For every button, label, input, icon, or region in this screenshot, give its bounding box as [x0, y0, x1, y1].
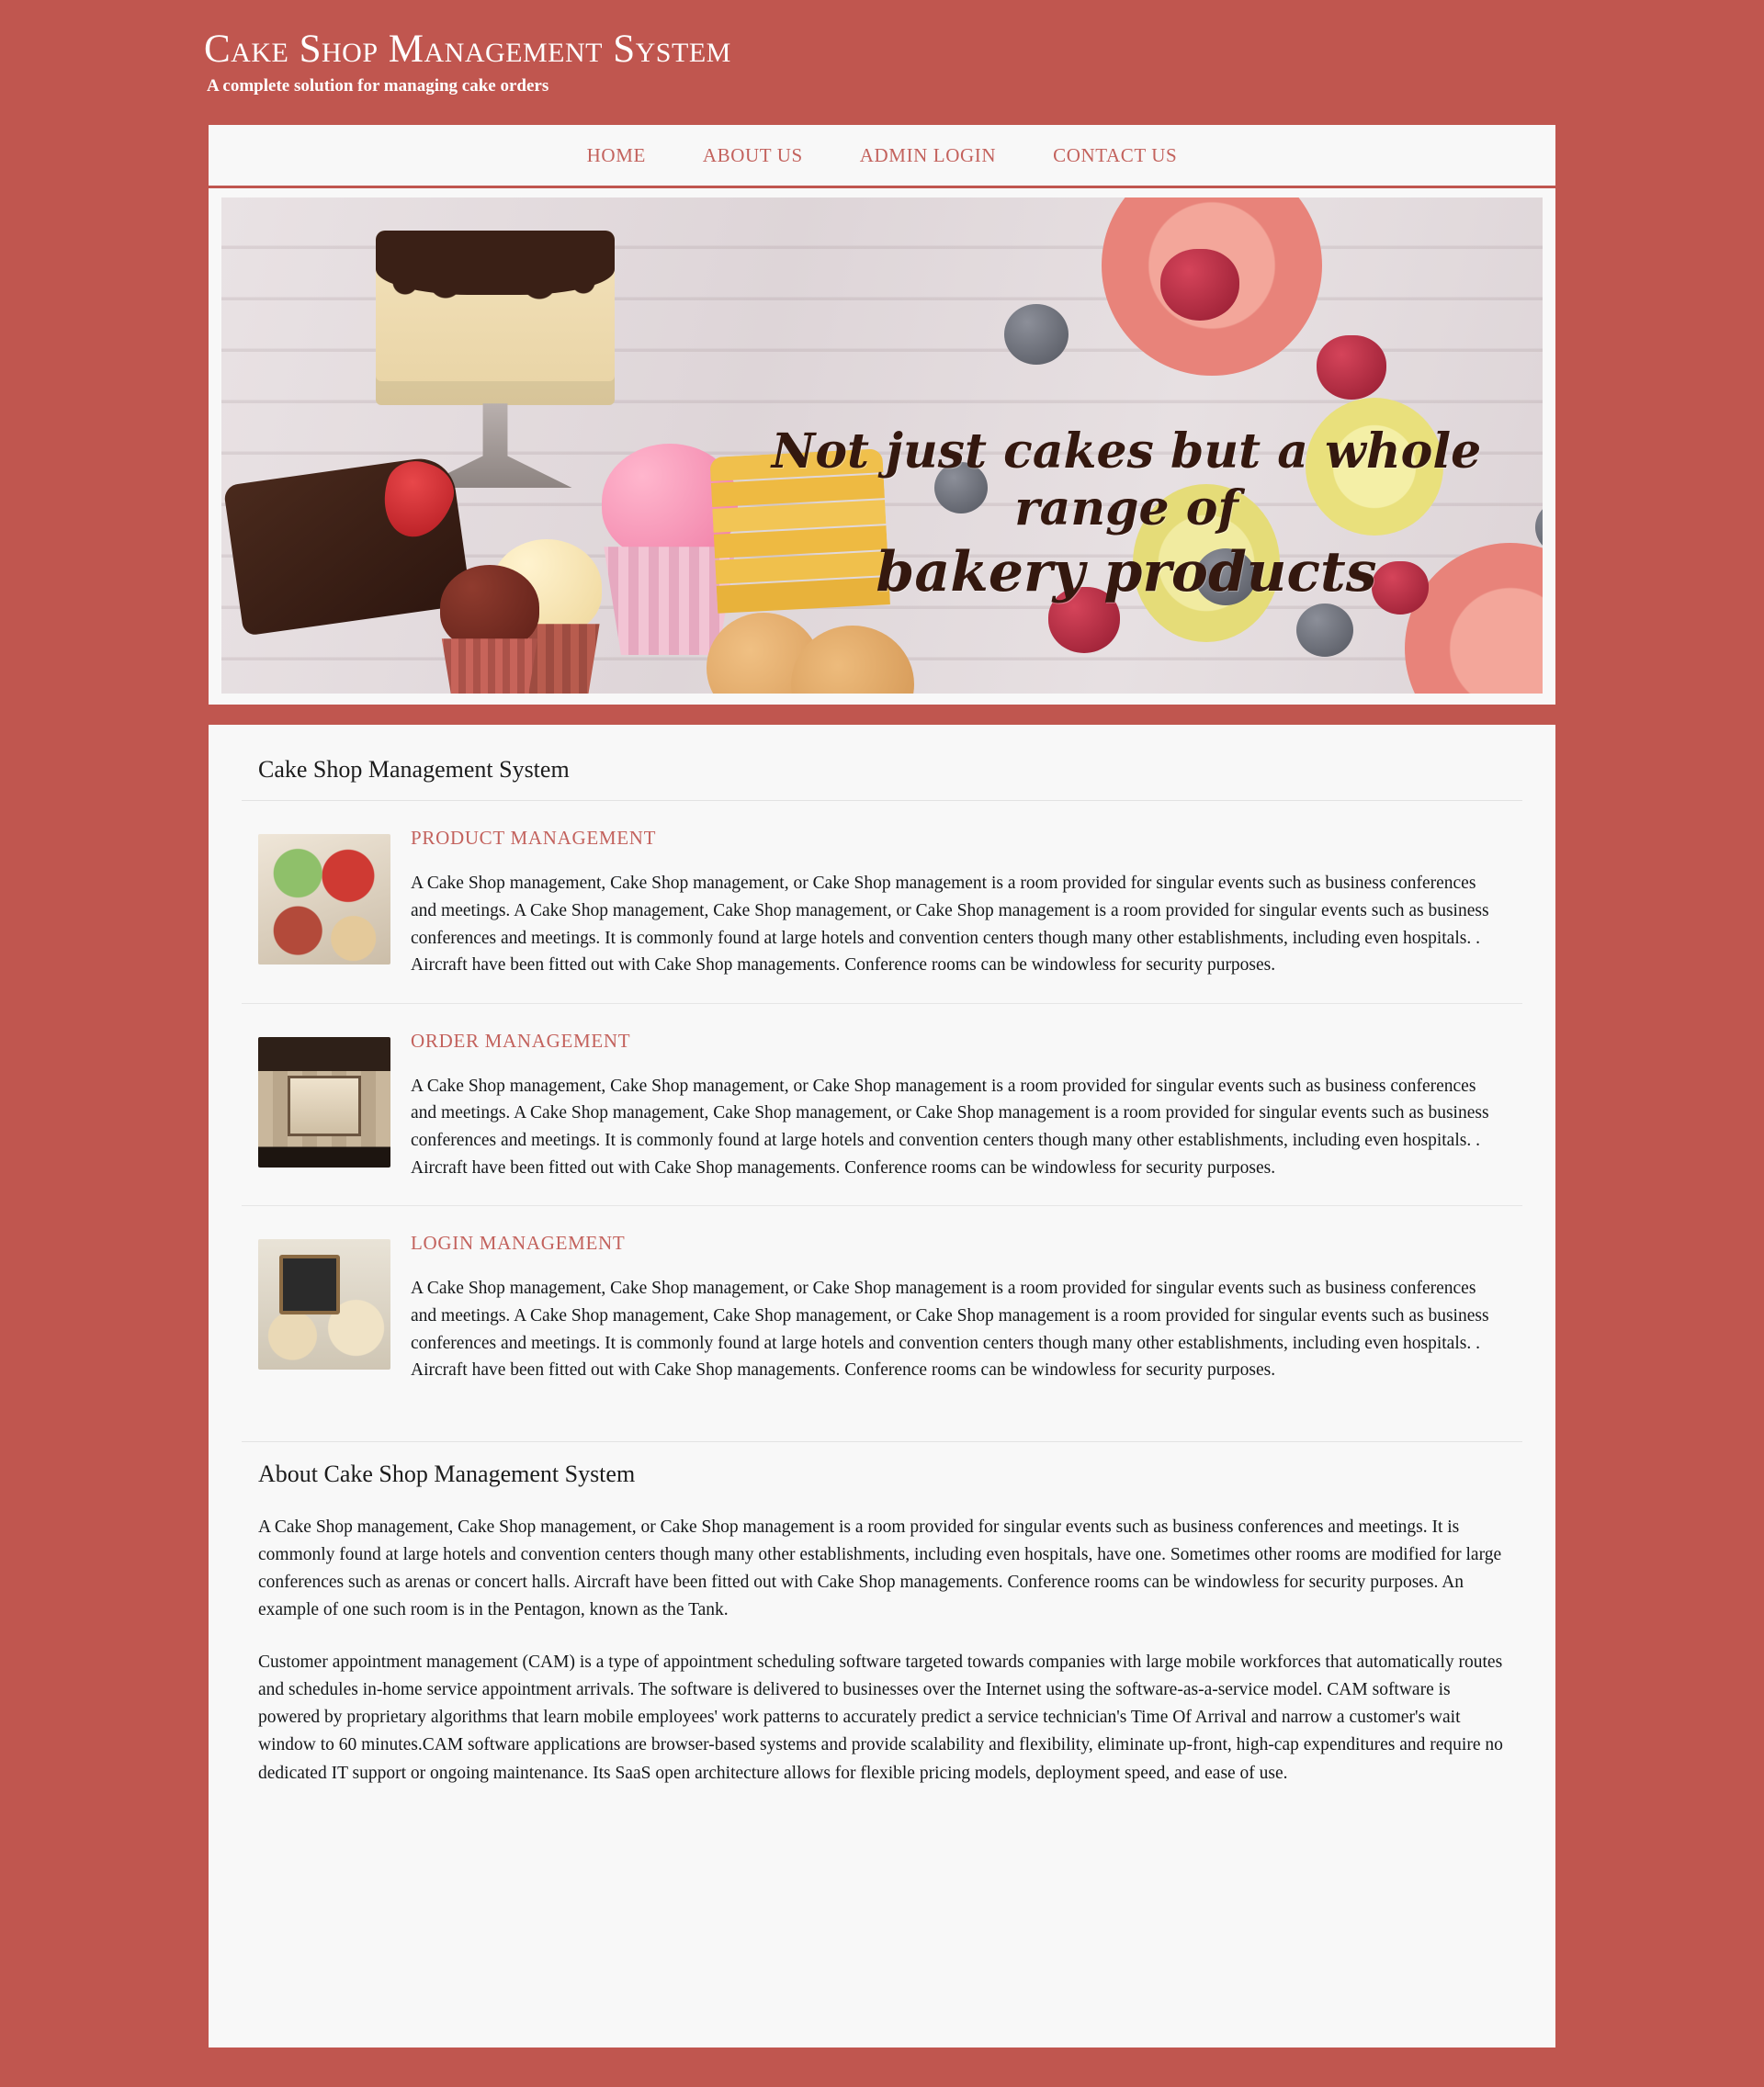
banner-tagline-line-1: Not just cakes but a whole range of [771, 423, 1482, 536]
nav-item-about-us[interactable]: ABOUT US [703, 144, 803, 167]
raspberry-icon [1160, 249, 1239, 322]
about-paragraph-2: Customer appointment management (CAM) is… [258, 1652, 1503, 1783]
product-management-thumbnail [258, 834, 390, 965]
feature-heading-product-management: PRODUCT MANAGEMENT [411, 827, 657, 850]
feature-heading-order-management: ORDER MANAGEMENT [411, 1029, 631, 1052]
banner-tagline-line-2: bakery products [876, 540, 1377, 605]
nav-item-home[interactable]: HOME [587, 144, 646, 167]
feature-product-management: PRODUCT MANAGEMENT A Cake Shop managemen… [242, 801, 1522, 1004]
blueberry-icon [1004, 304, 1069, 366]
card-bottom-spacer [242, 1788, 1522, 1898]
nav-item-contact-us[interactable]: CONTACT US [1053, 144, 1177, 167]
about-section-title: About Cake Shop Management System [242, 1440, 1522, 1494]
page-root: Cake Shop Management System A complete s… [0, 0, 1764, 2048]
feature-heading-login-management: LOGIN MANAGEMENT [411, 1232, 626, 1255]
page-subtitle: A complete solution for managing cake or… [207, 76, 549, 96]
feature-order-management: ORDER MANAGEMENT A Cake Shop management,… [242, 1004, 1522, 1207]
red-velvet-cupcake-icon [435, 565, 545, 694]
chocolate-drip-icon [376, 231, 615, 320]
banner-frame: Not just cakes but a whole range of bake… [209, 188, 1555, 709]
feature-body-login-management: A Cake Shop management, Cake Shop manage… [411, 1279, 1489, 1381]
feature-body-order-management: A Cake Shop management, Cake Shop manage… [411, 1076, 1489, 1178]
feature-login-management: LOGIN MANAGEMENT A Cake Shop management,… [242, 1206, 1522, 1408]
site-header: Cake Shop Management System A complete s… [0, 0, 1764, 114]
navigation-bar: HOME ABOUT US ADMIN LOGIN CONTACT US [209, 122, 1555, 189]
nav-item-admin-login[interactable]: ADMIN LOGIN [860, 144, 996, 167]
section-title: Cake Shop Management System [242, 756, 1522, 802]
login-management-thumbnail [258, 1239, 390, 1371]
banner-tagline: Not just cakes but a whole range of bake… [763, 423, 1489, 605]
raspberry-icon [1317, 335, 1386, 400]
main-nav: HOME ABOUT US ADMIN LOGIN CONTACT US [209, 125, 1555, 186]
feature-body-product-management: A Cake Shop management, Cake Shop manage… [411, 874, 1489, 976]
order-management-thumbnail [258, 1036, 390, 1168]
content-card: Cake Shop Management System PRODUCT MANA… [209, 725, 1555, 2048]
blueberry-icon [1296, 604, 1353, 658]
page-title: Cake Shop Management System [204, 28, 731, 71]
about-paragraph-1: A Cake Shop management, Cake Shop manage… [258, 1517, 1502, 1620]
hero-banner-image: Not just cakes but a whole range of bake… [221, 197, 1543, 694]
